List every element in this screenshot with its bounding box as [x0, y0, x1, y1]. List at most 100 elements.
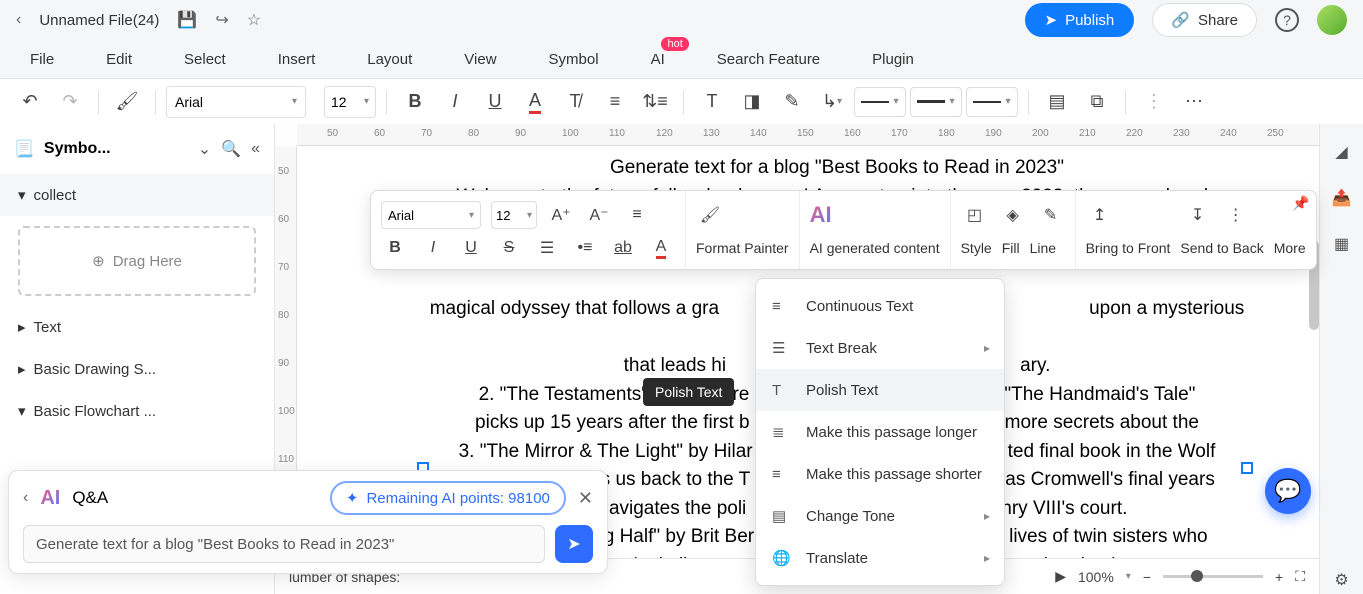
qa-remaining[interactable]: ✦ Remaining AI points: 98100: [330, 481, 566, 515]
back-icon[interactable]: ‹: [23, 489, 28, 507]
undo-button[interactable]: ↶: [12, 84, 48, 120]
menu-view[interactable]: View: [464, 51, 496, 68]
ai-menu-longer[interactable]: ≣Make this passage longer: [756, 411, 1004, 453]
float-text-color[interactable]: A: [647, 234, 675, 262]
style-icon[interactable]: ◰: [961, 201, 989, 229]
float-strike[interactable]: S: [495, 234, 523, 262]
sidebar-section-collect[interactable]: ▾ collect: [0, 174, 274, 216]
qa-input[interactable]: [23, 525, 545, 563]
zoom-slider[interactable]: [1163, 575, 1263, 578]
chat-bubble-button[interactable]: 💬: [1265, 468, 1311, 514]
float-italic[interactable]: I: [419, 234, 447, 262]
more-icon[interactable]: ⋮: [1222, 201, 1250, 229]
group-button[interactable]: ▤: [1039, 84, 1075, 120]
help-icon[interactable]: ?: [1275, 8, 1299, 32]
italic-button[interactable]: I: [437, 84, 473, 120]
float-format-painter[interactable]: 🖌 Format Painter: [686, 191, 800, 269]
menu-edit[interactable]: Edit: [106, 51, 132, 68]
bring-front-label[interactable]: Bring to Front: [1086, 240, 1171, 256]
search-icon[interactable]: 🔍: [221, 139, 241, 159]
bold-button[interactable]: B: [397, 84, 433, 120]
connector-button[interactable]: ↳▾: [814, 84, 850, 120]
qa-send-button[interactable]: ➤: [555, 525, 593, 563]
underline-button[interactable]: U: [477, 84, 513, 120]
more-label[interactable]: More: [1274, 240, 1306, 256]
line-label[interactable]: Line: [1030, 240, 1056, 256]
ai-menu-polish-text[interactable]: TPolish Text: [756, 369, 1004, 411]
float-bold[interactable]: B: [381, 234, 409, 262]
float-underline[interactable]: U: [457, 234, 485, 262]
fill-panel-icon[interactable]: ◢: [1328, 138, 1356, 166]
send-back-icon[interactable]: ↧: [1184, 201, 1212, 229]
increase-font-icon[interactable]: A⁺: [547, 201, 575, 229]
bring-front-icon[interactable]: ↥: [1086, 201, 1114, 229]
float-list-num[interactable]: ☰: [533, 234, 561, 262]
share-button[interactable]: 🔗 Share: [1152, 3, 1257, 37]
save-icon[interactable]: 💾: [177, 10, 197, 30]
ai-menu-shorter[interactable]: ≡Make this passage shorter: [756, 453, 1004, 495]
export-icon[interactable]: ↪: [215, 10, 228, 30]
send-back-label[interactable]: Send to Back: [1180, 240, 1263, 256]
sidebar-section-text[interactable]: ▸ Text: [0, 306, 274, 348]
font-select[interactable]: Arial▾: [166, 86, 306, 118]
settings-panel-icon[interactable]: ⚙: [1328, 566, 1356, 594]
text-color-button[interactable]: A: [517, 84, 553, 120]
play-icon[interactable]: ▶: [1055, 568, 1066, 585]
expand-icon[interactable]: ⌄: [198, 139, 211, 159]
publish-button[interactable]: ➤ Publish: [1025, 3, 1135, 37]
line-spacing-button[interactable]: ⇅≡: [637, 84, 673, 120]
text-tool-button[interactable]: T: [694, 84, 730, 120]
float-font-select[interactable]: Arial▾: [381, 201, 481, 229]
avatar[interactable]: [1317, 5, 1347, 35]
clear-format-button[interactable]: T̸: [557, 84, 593, 120]
more-toolbar-button[interactable]: ⋯: [1176, 84, 1212, 120]
sidebar-section-basic-flowchart[interactable]: ▾ Basic Flowchart ...: [0, 390, 274, 432]
style-label[interactable]: Style: [961, 240, 992, 256]
layers-button[interactable]: ⧉: [1079, 84, 1115, 120]
fill-button[interactable]: ◨: [734, 84, 770, 120]
menu-ai[interactable]: AI hot: [651, 51, 665, 68]
zoom-in-button[interactable]: +: [1275, 569, 1283, 585]
line-weight-picker[interactable]: ▾: [910, 87, 962, 117]
close-icon[interactable]: ✕: [578, 488, 593, 509]
decrease-font-icon[interactable]: A⁻: [585, 201, 613, 229]
float-case[interactable]: ab: [609, 234, 637, 262]
zoom-value[interactable]: 100%: [1078, 569, 1114, 585]
zoom-out-button[interactable]: −: [1143, 569, 1151, 585]
distribute-button[interactable]: ⋮: [1136, 84, 1172, 120]
format-painter-icon[interactable]: 🖌: [109, 84, 145, 120]
fill-label[interactable]: Fill: [1002, 240, 1020, 256]
menu-file[interactable]: File: [30, 51, 54, 68]
star-icon[interactable]: ☆: [247, 10, 261, 30]
size-select[interactable]: 12▾: [324, 86, 376, 118]
ai-menu-text-break[interactable]: ☰Text Break▸: [756, 327, 1004, 369]
float-size-select[interactable]: 12▾: [491, 201, 537, 229]
redo-button[interactable]: ↷: [52, 84, 88, 120]
line-style-picker[interactable]: ▾: [854, 87, 906, 117]
apps-panel-icon[interactable]: ▦: [1328, 230, 1356, 258]
pen-button[interactable]: ✎: [774, 84, 810, 120]
fullscreen-icon[interactable]: ⛶: [1295, 568, 1305, 585]
collapse-sidebar-icon[interactable]: «: [251, 140, 260, 158]
menu-symbol[interactable]: Symbol: [549, 51, 599, 68]
fill-icon[interactable]: ◈: [999, 201, 1027, 229]
drag-zone[interactable]: ⊕ Drag Here: [18, 226, 256, 296]
ai-menu-change-tone[interactable]: ▤Change Tone▸: [756, 495, 1004, 537]
menu-plugin[interactable]: Plugin: [872, 51, 914, 68]
export-panel-icon[interactable]: 📤: [1328, 184, 1356, 212]
selection-handle[interactable]: [1241, 462, 1253, 474]
arrow-picker[interactable]: ▾: [966, 87, 1018, 117]
back-icon[interactable]: ‹: [16, 11, 21, 29]
ai-menu-translate[interactable]: 🌐Translate▸: [756, 537, 1004, 579]
align-button[interactable]: ≡: [597, 84, 633, 120]
sidebar-section-basic-drawing[interactable]: ▸ Basic Drawing S...: [0, 348, 274, 390]
float-ai-content[interactable]: AI AI generated content: [800, 191, 951, 269]
menu-search-feature[interactable]: Search Feature: [717, 51, 820, 68]
line-icon[interactable]: ✎: [1037, 201, 1065, 229]
align-icon[interactable]: ≡: [623, 201, 651, 229]
float-list-bullet[interactable]: •≡: [571, 234, 599, 262]
pin-icon[interactable]: 📌: [1292, 195, 1309, 212]
menu-layout[interactable]: Layout: [367, 51, 412, 68]
menu-insert[interactable]: Insert: [278, 51, 316, 68]
ai-menu-continuous-text[interactable]: ≡Continuous Text: [756, 285, 1004, 327]
